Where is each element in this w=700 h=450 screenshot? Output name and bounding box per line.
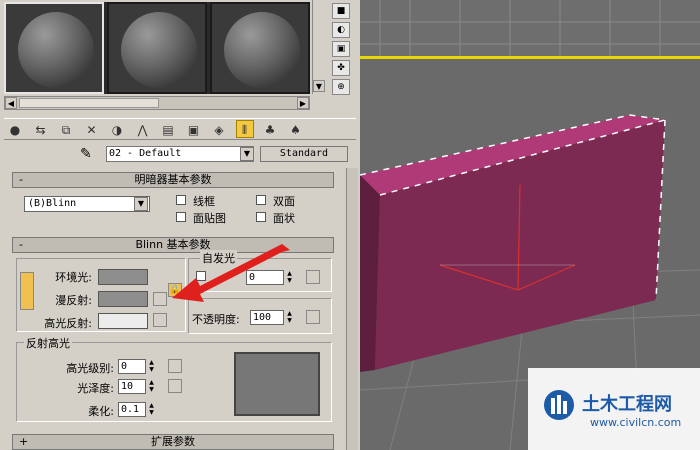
watermark-name: 土木工程网: [582, 394, 672, 415]
annotation-arrow-icon: [172, 244, 290, 302]
watermark: 土木工程网 www.civilcn.com: [528, 368, 700, 450]
civilcn-logo-icon: [544, 390, 574, 420]
watermark-url: www.civilcn.com: [590, 416, 682, 429]
